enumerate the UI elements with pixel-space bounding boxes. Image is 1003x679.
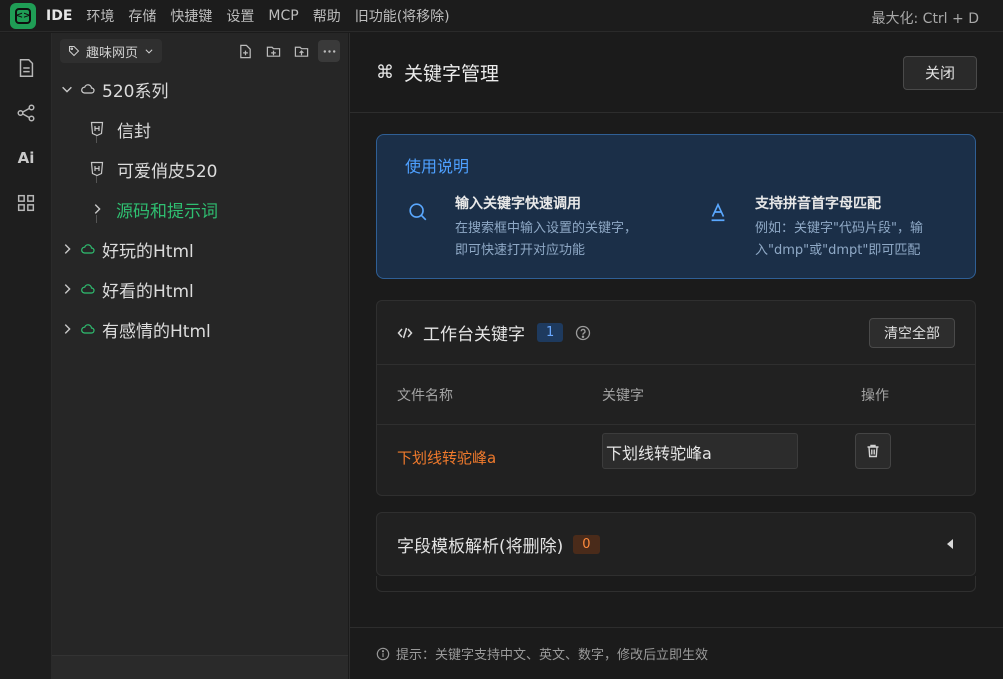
card-header: 工作台关键字 1 清空全部 (377, 301, 975, 365)
cloud-icon (81, 324, 95, 334)
tree-folder-emotional-html[interactable]: 有感情的Html (52, 309, 348, 349)
caret-left-icon (947, 539, 953, 549)
usage-title: 使用说明 (405, 157, 470, 176)
file-tree: 520系列 信封 可爱俏皮520 源码和提示词 好玩的Html 好看的Html … (52, 69, 348, 349)
cloud-icon (81, 244, 95, 254)
card-title: 工作台关键字 (423, 325, 525, 345)
page-title: 关键字管理 (404, 63, 500, 85)
tree-label: 好看的Html (102, 281, 194, 302)
activity-bar: Ai (0, 33, 52, 679)
new-folder-button[interactable] (262, 40, 284, 62)
chevron-right-icon (64, 324, 71, 334)
card-bottom-border (376, 576, 976, 592)
app-title: IDE (46, 7, 73, 24)
count-badge: 1 (537, 323, 564, 342)
trash-icon (867, 444, 879, 458)
column-header-file: 文件名称 (397, 387, 453, 404)
column-header-keyword: 关键字 (602, 387, 644, 404)
table-header: 文件名称 关键字 操作 (377, 365, 975, 425)
activity-ai-button[interactable]: Ai (0, 135, 52, 180)
tree-folder-520[interactable]: 520系列 (52, 69, 348, 109)
chevron-right-icon (94, 204, 101, 214)
more-icon (323, 49, 335, 53)
maximize-hint: 最大化: Ctrl + D (871, 11, 980, 27)
column-header-actions: 操作 (861, 387, 889, 404)
tag-icon (68, 45, 80, 57)
upload-folder-icon (294, 46, 308, 57)
usage-item-search: 输入关键字快速调用 在搜索框中输入设置的关键字，即可快速打开对应功能 (407, 193, 645, 262)
workspace-name: 趣味网页 (86, 45, 139, 61)
tree-file-envelope[interactable]: 信封 (52, 109, 348, 149)
explorer-toolbar: 趣味网页 (52, 33, 348, 69)
menu-mcp[interactable]: MCP (268, 8, 298, 24)
usage-item-title: 输入关键字快速调用 (455, 196, 581, 212)
count-badge: 0 (573, 534, 600, 554)
tree-label: 可爱俏皮520 (117, 161, 218, 182)
keyword-manager-panel: ⌘ 关键字管理 关闭 使用说明 输入关键字快速调用 在搜索框中输入设置的关键字，… (349, 33, 1003, 679)
tree-label: 有感情的Html (102, 321, 211, 342)
html-file-icon (90, 121, 104, 137)
activity-share-button[interactable] (0, 90, 52, 135)
panel-header: ⌘ 关键字管理 关闭 (350, 33, 1003, 113)
usage-instructions: 使用说明 输入关键字快速调用 在搜索框中输入设置的关键字，即可快速打开对应功能 … (376, 134, 976, 279)
chevron-right-icon (64, 284, 71, 294)
usage-item-desc: 例如：关键字"代码片段"，输入"dmp"或"dmpt"即可匹配 (755, 221, 923, 258)
usage-item-title: 支持拼音首字母匹配 (755, 196, 881, 212)
tree-label: 520系列 (102, 81, 169, 102)
menu-bar: <> IDE 环境 存储 快捷键 设置 MCP 帮助 旧功能(将移除) 最大化:… (0, 0, 1003, 32)
command-icon: ⌘ (376, 62, 394, 83)
html-file-icon (90, 161, 104, 177)
file-icon (19, 58, 34, 77)
grid-icon (17, 194, 35, 211)
tip-text: 提示：关键字支持中文、英文、数字，修改后立即生效 (396, 648, 709, 663)
code-icon (397, 327, 413, 338)
cloud-icon (81, 84, 95, 94)
new-file-icon (239, 44, 251, 58)
delete-button[interactable] (855, 433, 891, 469)
menu-help[interactable]: 帮助 (313, 6, 341, 26)
chevron-down-icon (145, 49, 153, 54)
table-row: 下划线转驼峰a 下划线转驼峰a (377, 425, 975, 495)
tree-label: 源码和提示词 (116, 201, 218, 222)
share-icon (17, 103, 35, 122)
font-icon (711, 202, 725, 222)
tree-label: 好玩的Html (102, 241, 194, 262)
usage-item-pinyin: 支持拼音首字母匹配 例如：关键字"代码片段"，输入"dmp"或"dmpt"即可匹… (707, 193, 945, 262)
chevron-right-icon (64, 244, 71, 254)
menu-settings[interactable]: 设置 (226, 6, 254, 26)
field-template-card[interactable]: 字段模板解析(将删除) 0 (376, 512, 976, 576)
tree-folder-source[interactable]: 源码和提示词 (52, 189, 348, 229)
workspace-keywords-card: 工作台关键字 1 清空全部 文件名称 关键字 操作 下划线转驼峰a 下划线转驼峰… (376, 300, 976, 496)
workspace-select[interactable]: 趣味网页 (60, 39, 163, 63)
clear-all-button[interactable]: 清空全部 (869, 317, 955, 348)
search-icon (409, 203, 427, 221)
info-icon (376, 647, 390, 660)
card-title: 字段模板解析(将删除) (397, 536, 564, 557)
activity-apps-button[interactable] (0, 180, 52, 225)
explorer-panel: 趣味网页 520系列 信封 可爱俏皮520 源码和提示词 好玩的Html 好看的… (52, 33, 348, 679)
upload-folder-button[interactable] (290, 40, 312, 62)
chevron-down-icon (62, 86, 72, 93)
tip-bar: 提示：关键字支持中文、英文、数字，修改后立即生效 (350, 627, 1003, 679)
tree-label: 信封 (117, 121, 151, 142)
file-name-link[interactable]: 下划线转驼峰a (397, 447, 496, 468)
new-folder-icon (266, 46, 280, 57)
tree-file-cute520[interactable]: 可爱俏皮520 (52, 149, 348, 189)
menu-shortcuts[interactable]: 快捷键 (170, 6, 212, 26)
explorer-scrollbar[interactable] (52, 655, 348, 679)
tree-folder-pretty-html[interactable]: 好看的Html (52, 269, 348, 309)
keyword-input[interactable]: 下划线转驼峰a (602, 433, 798, 469)
menu-legacy[interactable]: 旧功能(将移除) (355, 6, 450, 26)
new-file-button[interactable] (234, 40, 256, 62)
cloud-icon (81, 284, 95, 294)
menu-environment[interactable]: 环境 (86, 6, 114, 26)
activity-files-button[interactable] (0, 45, 52, 90)
menu-storage[interactable]: 存储 (128, 6, 156, 26)
more-options-button[interactable] (318, 40, 340, 62)
tree-folder-fun-html[interactable]: 好玩的Html (52, 229, 348, 269)
usage-item-desc: 在搜索框中输入设置的关键字，即可快速打开对应功能 (455, 221, 638, 258)
help-icon[interactable] (575, 325, 591, 341)
app-logo-icon: <> (10, 2, 36, 29)
close-button[interactable]: 关闭 (903, 55, 977, 90)
